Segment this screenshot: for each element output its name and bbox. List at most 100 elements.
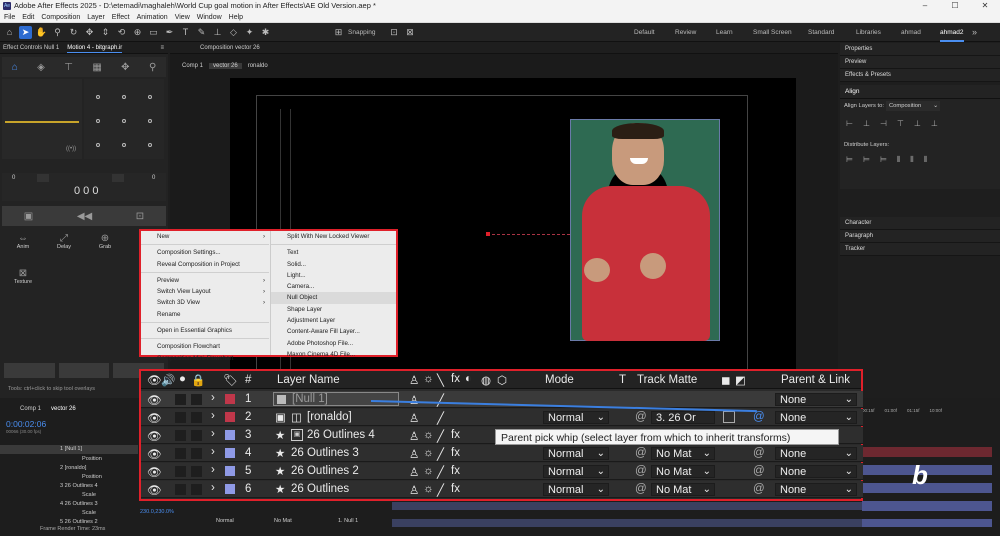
label-color-swatch[interactable]: [225, 484, 235, 494]
menu-window[interactable]: Window: [197, 12, 222, 22]
workspace-menu-icon[interactable]: »: [972, 23, 977, 42]
layer-name-field[interactable]: [Null 1]: [273, 392, 399, 406]
small-matte[interactable]: No Mat: [274, 518, 292, 524]
shy-switch-icon[interactable]: ♙: [409, 393, 419, 407]
solo-column-icon[interactable]: ●: [179, 373, 186, 385]
crumb-vector26[interactable]: vector 26: [209, 63, 242, 69]
small-parent[interactable]: 1. Null 1: [338, 518, 358, 524]
dist-4-icon[interactable]: ⫴: [897, 155, 900, 165]
lock-column-icon[interactable]: 🔒: [191, 373, 205, 387]
menu-edit[interactable]: Edit: [22, 12, 34, 22]
track-matte-header[interactable]: Track Matte: [637, 374, 697, 386]
mode-dropdown[interactable]: Normal ⌄: [543, 447, 609, 460]
quality-switch-icon[interactable]: ╱: [437, 411, 444, 425]
pin-icon[interactable]: ⊤: [64, 62, 73, 73]
layer-row-6[interactable]: 👁 › 6 ★ 26 Outlines ♙ ☼ ╱ fx Normal ⌄ @ N…: [141, 481, 863, 498]
align-bottom-icon[interactable]: ⊥: [931, 119, 938, 128]
submenu-light[interactable]: Light...: [271, 270, 396, 281]
collapse-switch-icon[interactable]: ☼: [423, 429, 434, 441]
visibility-eye-icon[interactable]: 👁: [147, 483, 162, 497]
effect-controls-tab[interactable]: Effect Controls Null 1: [3, 43, 59, 53]
collapse-switch-icon[interactable]: ☼: [423, 483, 434, 495]
paragraph-panel[interactable]: Paragraph: [840, 230, 1000, 243]
snap-option2-icon[interactable]: ⊠: [403, 26, 416, 39]
parent-pickwhip-icon[interactable]: @: [753, 465, 765, 477]
shy-switch-icon[interactable]: ♙: [409, 483, 419, 497]
workspace-small-screen[interactable]: Small Screen: [753, 23, 792, 42]
counter-plus-button[interactable]: [112, 174, 124, 182]
menu-help[interactable]: Help: [229, 12, 243, 22]
layer-name[interactable]: 26 Outlines: [291, 483, 349, 495]
grid-icon[interactable]: ▦: [92, 62, 101, 73]
track-matte-dropdown[interactable]: No Mat ⌄: [651, 447, 715, 460]
composition-tab[interactable]: Composition vector 26: [200, 45, 260, 51]
menu-mini-flowchart[interactable]: Composition Mini-Flowchart: [141, 353, 269, 364]
snapping-icon[interactable]: ⊞: [332, 26, 345, 39]
small-row-ronaldo[interactable]: 2 [ronaldo]: [0, 464, 138, 473]
shy-column-icon[interactable]: ♙: [409, 373, 419, 387]
menu-new[interactable]: New ›: [141, 231, 269, 242]
audio-column-icon[interactable]: 🔊: [161, 373, 175, 387]
small-row-position-2[interactable]: Position: [0, 473, 138, 482]
track-matte-dropdown[interactable]: 3. 26 Or: [651, 411, 715, 424]
visibility-eye-icon[interactable]: 👁: [147, 429, 162, 443]
menu-composition-flowchart[interactable]: Composition Flowchart: [141, 341, 269, 352]
dist-5-icon[interactable]: ⫴: [910, 155, 913, 165]
quality-switch-icon[interactable]: ╱: [437, 393, 444, 407]
submenu-adjustment-layer[interactable]: Adjustment Layer: [271, 315, 396, 326]
layer-name[interactable]: 26 Outlines 3: [291, 447, 359, 459]
menu-animation[interactable]: Animation: [137, 12, 168, 22]
pan-tool-icon[interactable]: ✥: [83, 26, 96, 39]
home-icon[interactable]: ⌂: [3, 26, 16, 39]
type-tool-icon[interactable]: T: [179, 26, 192, 39]
visibility-eye-icon[interactable]: 👁: [147, 465, 162, 479]
dist-3-icon[interactable]: ⊨: [880, 155, 887, 165]
dolly-tool-icon[interactable]: ⇕: [99, 26, 112, 39]
matte-alpha-toggle[interactable]: [723, 411, 735, 423]
orbit-tool-icon[interactable]: ↻: [67, 26, 80, 39]
rectangle-tool-icon[interactable]: ▭: [147, 26, 160, 39]
menu-reveal-composition[interactable]: Reveal Composition in Project: [141, 259, 269, 270]
small-mode[interactable]: Normal: [216, 518, 234, 524]
layer-name[interactable]: [ronaldo]: [307, 411, 352, 423]
align-right-icon[interactable]: ⊣: [880, 119, 887, 128]
timeline-ruler[interactable]: 00:15f 01:00f 01:15f 10:00f: [862, 408, 992, 418]
layer-row-4[interactable]: 👁 › 4 ★ 26 Outlines 3 ♙ ☼ ╱ fx Normal ⌄ @…: [141, 445, 863, 462]
rotate-tool-icon[interactable]: ⟲: [115, 26, 128, 39]
character-panel[interactable]: Character: [840, 217, 1000, 230]
timeline-tab-comp1[interactable]: Comp 1: [20, 406, 41, 416]
expand-arrow-icon[interactable]: ›: [211, 392, 215, 404]
parent-dropdown[interactable]: None ⌄: [775, 465, 857, 478]
fx-switch-icon[interactable]: fx: [451, 429, 460, 441]
mode-header[interactable]: Mode: [545, 374, 574, 386]
shy-switch-icon[interactable]: ♙: [409, 447, 419, 461]
texture-icon[interactable]: ⊠: [6, 268, 40, 279]
quality-switch-icon[interactable]: ╱: [437, 465, 444, 479]
menu-composition-settings[interactable]: Composition Settings...: [141, 247, 269, 258]
shy-switch-icon[interactable]: ♙: [409, 411, 419, 425]
layer-name-header[interactable]: Layer Name: [277, 374, 340, 386]
fx-column-icon[interactable]: fx: [451, 373, 460, 385]
preset-btn-1[interactable]: [4, 363, 55, 378]
crumb-comp1[interactable]: Comp 1: [182, 63, 203, 69]
puppet-tool-icon[interactable]: ✱: [259, 26, 272, 39]
submenu-shape-layer[interactable]: Shape Layer: [271, 304, 396, 315]
adjustment-column-icon[interactable]: ◍: [481, 373, 491, 387]
workspace-ahmad2[interactable]: ahmad2: [940, 23, 964, 42]
move-icon[interactable]: ✥: [121, 62, 129, 73]
small-row-scale-2[interactable]: Scale: [0, 509, 138, 518]
small-row-outlines3[interactable]: 4 26 Outlines 3: [0, 500, 138, 509]
menu-open-essential-graphics[interactable]: Open in Essential Graphics: [141, 325, 269, 336]
visibility-eye-icon[interactable]: 👁: [147, 447, 162, 461]
menu-rename[interactable]: Rename: [141, 309, 269, 320]
small-row-scale-1[interactable]: Scale: [0, 491, 138, 500]
workspace-default[interactable]: Default: [634, 23, 655, 42]
shy-switch-icon[interactable]: ♙: [409, 465, 419, 479]
label-color-swatch[interactable]: [225, 412, 235, 422]
workspace-standard[interactable]: Standard: [808, 23, 834, 42]
eye-column-icon[interactable]: 👁: [147, 373, 162, 387]
workspace-learn[interactable]: Learn: [716, 23, 733, 42]
parent-pickwhip-icon[interactable]: @: [753, 447, 765, 459]
menu-view[interactable]: View: [175, 12, 190, 22]
minimize-button[interactable]: –: [910, 0, 940, 12]
